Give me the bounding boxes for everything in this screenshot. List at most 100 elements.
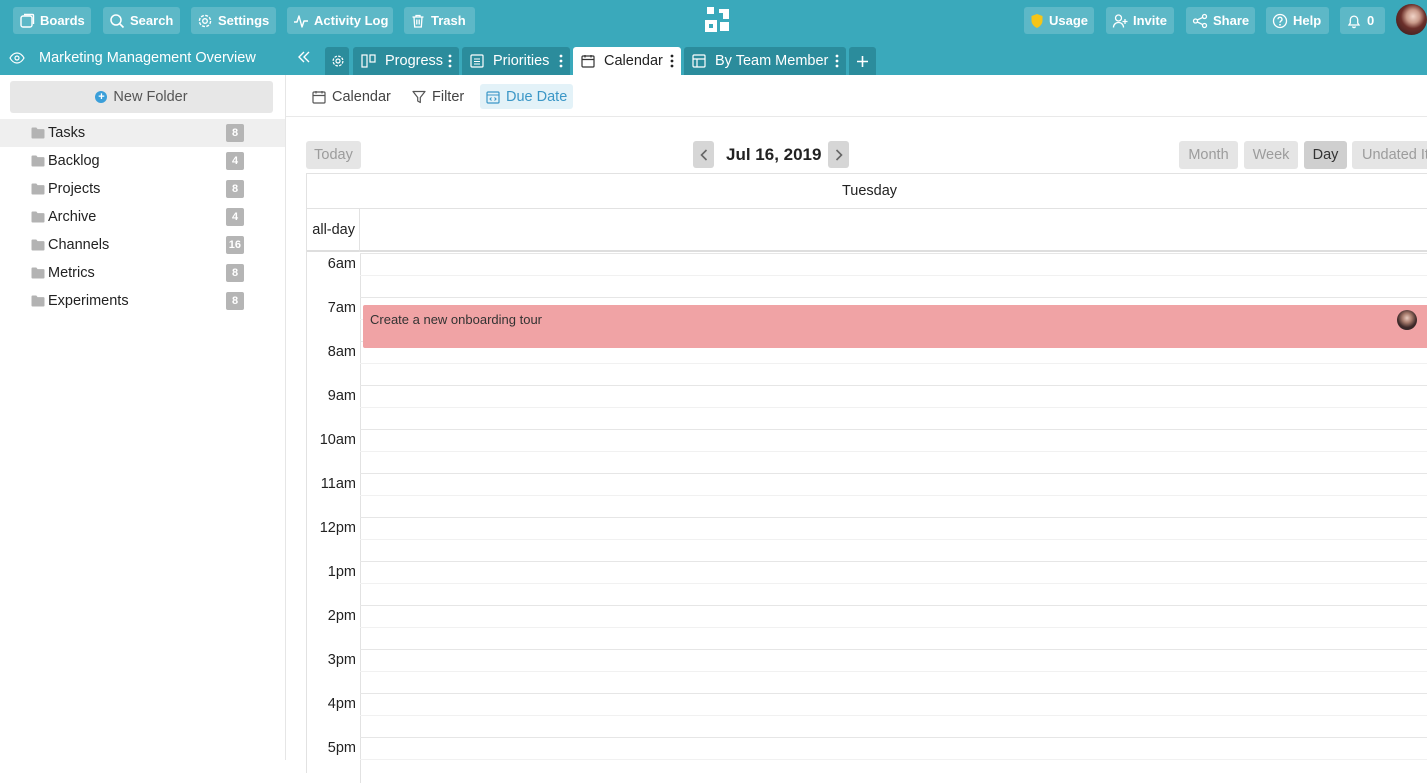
sidebar-folder-archive[interactable]: Archive 4 — [0, 203, 285, 231]
week-view-button[interactable]: Week — [1244, 141, 1298, 169]
add-user-icon — [1112, 13, 1133, 29]
trash-button[interactable]: Trash — [404, 7, 475, 34]
undated-items-button[interactable]: Undated It — [1352, 141, 1427, 169]
folder-label: Channels — [48, 237, 110, 253]
trash-label: Trash — [431, 13, 466, 28]
time-label: 9am — [327, 388, 356, 404]
hour-line — [360, 517, 1427, 518]
view-settings-tab[interactable] — [325, 47, 349, 75]
month-label: Month — [1188, 147, 1229, 163]
all-day-label: all-day — [307, 209, 360, 252]
app-logo[interactable] — [704, 6, 732, 34]
table-icon — [692, 54, 706, 68]
prev-day-button[interactable] — [693, 141, 714, 168]
trash-icon — [410, 13, 431, 29]
calendar-view: Today Jul 16, 2019 Month Week Day Undate… — [286, 118, 1427, 783]
board-title-text: Marketing Management Overview — [39, 50, 256, 66]
sidebar-folder-metrics[interactable]: Metrics 8 — [0, 259, 285, 287]
due-date-button[interactable]: Due Date — [480, 84, 574, 109]
day-grid: Tuesday all-day 6am 7am 8am 9am 10am 11am 12pm… — [306, 173, 1427, 783]
time-label: 6am — [327, 256, 356, 272]
eye-icon[interactable] — [9, 52, 25, 64]
month-view-button[interactable]: Month — [1179, 141, 1238, 169]
activity-log-label: Activity Log — [314, 13, 389, 28]
collapse-sidebar-icon[interactable] — [297, 51, 311, 63]
activity-icon — [293, 13, 314, 29]
filter-button[interactable]: Filter — [406, 84, 470, 109]
calendar-event[interactable]: Create a new onboarding tour — [363, 305, 1427, 348]
all-day-row[interactable]: all-day — [307, 209, 1427, 252]
tab-menu-icon[interactable] — [448, 54, 452, 68]
search-button[interactable]: Search — [103, 7, 180, 34]
add-view-button[interactable] — [849, 47, 876, 75]
boards-button[interactable]: Boards — [13, 7, 91, 34]
settings-button[interactable]: Settings — [191, 7, 276, 34]
boards-label: Boards — [40, 13, 85, 28]
hour-line — [360, 693, 1427, 694]
tab-calendar[interactable]: Calendar — [573, 47, 681, 75]
share-label: Share — [1213, 13, 1250, 28]
current-date-title: Jul 16, 2019 — [726, 145, 822, 164]
calendar-icon — [312, 90, 332, 104]
next-day-button[interactable] — [828, 141, 849, 168]
half-hour-line — [360, 451, 1427, 452]
time-label: 10am — [319, 432, 356, 448]
event-title: Create a new onboarding tour — [370, 312, 543, 327]
tab-menu-icon[interactable] — [559, 54, 563, 68]
list-icon — [470, 54, 484, 68]
sidebar-folder-projects[interactable]: Projects 8 — [0, 175, 285, 203]
folder-icon — [31, 267, 45, 279]
gear-icon — [331, 54, 345, 68]
tab-menu-icon[interactable] — [835, 54, 839, 68]
half-hour-line — [360, 407, 1427, 408]
user-avatar[interactable] — [1396, 4, 1427, 35]
tab-label: Calendar — [604, 53, 663, 69]
event-assignee-avatar — [1397, 310, 1417, 330]
shield-icon — [1030, 13, 1049, 29]
day-view-button[interactable]: Day — [1304, 141, 1347, 169]
top-bar: Boards Search Settings Activity Log Tras… — [0, 0, 1427, 41]
plus-icon — [856, 55, 869, 68]
week-label: Week — [1252, 147, 1290, 163]
folder-count-badge: 8 — [226, 124, 244, 142]
help-button[interactable]: Help — [1266, 7, 1329, 34]
time-label: 4pm — [327, 696, 356, 712]
tab-progress[interactable]: Progress — [353, 47, 459, 75]
half-hour-line — [360, 627, 1427, 628]
usage-button[interactable]: Usage — [1024, 7, 1094, 34]
tab-label: Progress — [385, 53, 444, 69]
notifications-count: 0 — [1367, 13, 1375, 28]
today-button[interactable]: Today — [306, 141, 361, 169]
half-hour-line — [360, 671, 1427, 672]
sidebar-folder-channels[interactable]: Channels 16 — [0, 231, 285, 259]
share-button[interactable]: Share — [1186, 7, 1255, 34]
folder-count-badge: 4 — [226, 152, 244, 170]
time-label: 7am — [327, 300, 356, 316]
folder-label: Tasks — [48, 125, 86, 141]
invite-button[interactable]: Invite — [1106, 7, 1174, 34]
due-date-label: Due Date — [506, 88, 568, 105]
calendar-icon — [581, 55, 595, 68]
hour-line — [360, 561, 1427, 562]
help-label: Help — [1293, 13, 1322, 28]
search-icon — [109, 13, 130, 29]
new-folder-button[interactable]: + New Folder — [10, 81, 273, 113]
hour-line — [360, 649, 1427, 650]
calendar-view-button[interactable]: Calendar — [306, 84, 397, 109]
folder-count-badge: 8 — [226, 292, 244, 310]
activity-log-button[interactable]: Activity Log — [287, 7, 393, 34]
hour-line — [360, 253, 1427, 254]
sidebar-folder-experiments[interactable]: Experiments 8 — [0, 287, 285, 315]
notifications-button[interactable]: 0 — [1340, 7, 1385, 34]
sidebar-folder-backlog[interactable]: Backlog 4 — [0, 147, 285, 175]
settings-label: Settings — [218, 13, 270, 28]
tab-by-team-member[interactable]: By Team Member — [684, 47, 846, 75]
folder-count-badge: 8 — [226, 264, 244, 282]
tab-menu-icon[interactable] — [670, 54, 674, 68]
folder-label: Backlog — [48, 153, 100, 169]
boards-icon — [19, 13, 40, 29]
sidebar-folder-tasks[interactable]: Tasks 8 — [0, 119, 285, 147]
tab-priorities[interactable]: Priorities — [462, 47, 570, 75]
folder-count-badge: 16 — [225, 236, 244, 254]
date-field-icon — [486, 90, 506, 104]
